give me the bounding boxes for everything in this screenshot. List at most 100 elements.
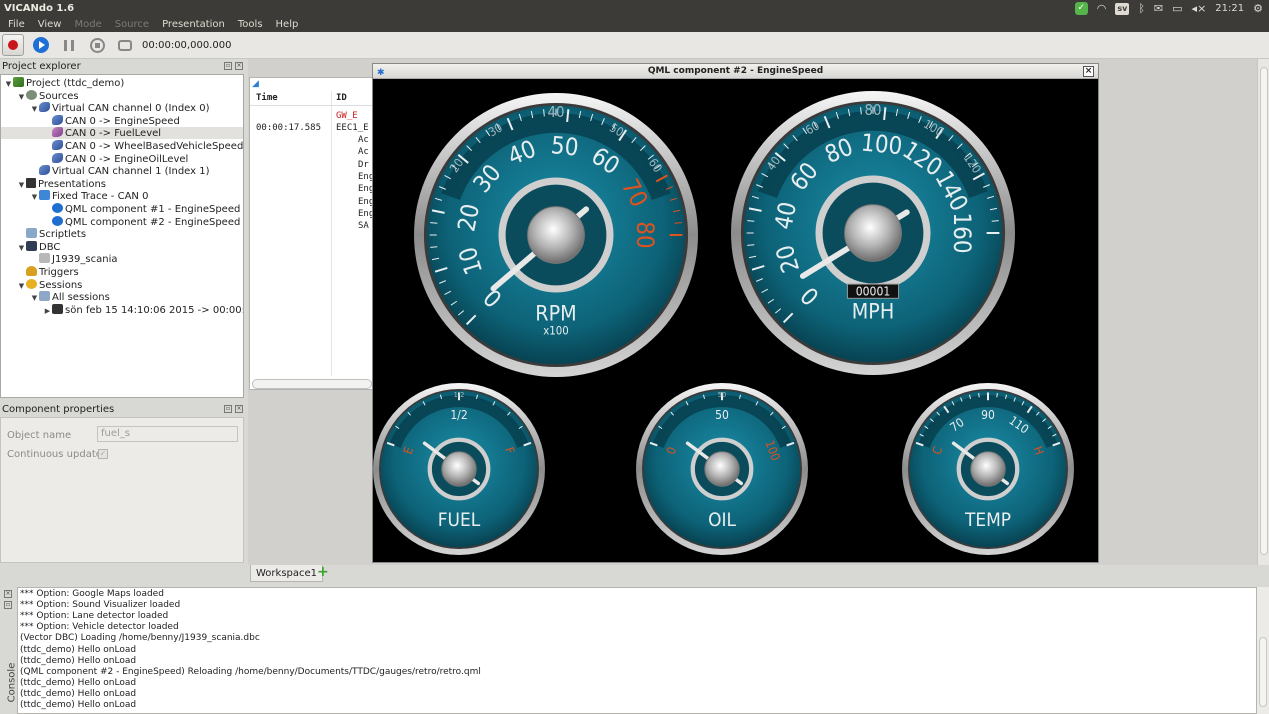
expand-arrow-icon[interactable]: ▼ bbox=[17, 242, 26, 254]
tree-item[interactable]: ▼ Sources bbox=[1, 89, 243, 103]
keyboard-layout-indicator[interactable]: sv bbox=[1115, 2, 1130, 15]
expand-arrow-icon[interactable]: ▼ bbox=[17, 280, 26, 292]
tree-item[interactable]: ▼ All sessions bbox=[1, 291, 243, 303]
menu-file[interactable]: File bbox=[8, 19, 25, 30]
tree-item[interactable]: CAN 0 -> FuelLevel bbox=[1, 127, 243, 140]
rpm-tick-label: 80 bbox=[631, 221, 659, 248]
temp-hub bbox=[970, 451, 1006, 487]
float-panel-icon[interactable]: ▫ bbox=[224, 62, 232, 70]
loop-icon bbox=[118, 39, 132, 51]
close-panel-icon[interactable]: × bbox=[4, 590, 12, 598]
console-line: *** Option: Sound Visualizer loaded bbox=[20, 600, 181, 611]
tree-item-label: Fixed Trace - CAN 0 bbox=[52, 191, 149, 203]
tree-item-label: J1939_scania bbox=[52, 254, 118, 266]
record-button[interactable] bbox=[2, 34, 24, 56]
can-icon bbox=[39, 102, 50, 113]
tree-item[interactable]: Triggers bbox=[1, 266, 243, 278]
tree-item[interactable]: ▼ Sessions bbox=[1, 278, 243, 292]
close-panel-icon[interactable]: × bbox=[235, 405, 243, 413]
close-panel-icon[interactable]: × bbox=[235, 62, 243, 70]
continuous-update-label: Continuous update bbox=[7, 449, 102, 460]
play-button[interactable] bbox=[30, 34, 52, 56]
qml-window-titlebar[interactable]: ✱ QML component #2 - EngineSpeed × bbox=[373, 64, 1098, 79]
object-name-input[interactable]: fuel_s bbox=[97, 426, 238, 442]
fixed-trace-window[interactable]: ◢ Time ID GW_E 00:00:17.585 EEC1_E Ac Ac D… bbox=[249, 77, 374, 390]
expand-arrow-icon[interactable]: ▼ bbox=[4, 78, 13, 90]
console-line: (ttdc_demo) Hello onLoad bbox=[20, 688, 137, 699]
menu-view[interactable]: View bbox=[38, 19, 62, 30]
fuel-label: FUEL bbox=[438, 509, 481, 531]
workspace-vertical-scrollbar[interactable] bbox=[1257, 59, 1269, 565]
temp-tick-label: 90 bbox=[981, 408, 995, 422]
settings-gear-icon[interactable]: ⚙ bbox=[1253, 0, 1263, 17]
expand-arrow-icon[interactable]: ▼ bbox=[17, 179, 26, 191]
workspace-tab-1[interactable]: Workspace1 bbox=[250, 565, 324, 582]
menu-presentation[interactable]: Presentation bbox=[162, 19, 225, 30]
volume-indicator[interactable]: ◂× bbox=[1192, 0, 1207, 17]
wifi-icon[interactable]: ◠ bbox=[1097, 0, 1107, 17]
tree-item[interactable]: Scriptlets bbox=[1, 228, 243, 240]
temp-label: TEMP bbox=[964, 509, 1011, 531]
tree-item[interactable]: ▼ Virtual CAN channel 0 (Index 0) bbox=[1, 102, 243, 114]
menu-tools[interactable]: Tools bbox=[238, 19, 263, 30]
stop-button[interactable] bbox=[86, 34, 108, 56]
menu-help[interactable]: Help bbox=[276, 19, 299, 30]
oil-label: OIL bbox=[708, 509, 736, 531]
all-icon bbox=[39, 291, 50, 302]
tree-item[interactable]: QML component #2 - EngineSpeed bbox=[1, 215, 243, 228]
menu-mode: Mode bbox=[74, 19, 102, 30]
expand-arrow-icon[interactable]: ▼ bbox=[30, 103, 39, 115]
rpm-tick bbox=[430, 246, 438, 248]
console-line: (ttdc_demo) Hello onLoad bbox=[20, 677, 137, 688]
tree-item[interactable]: ▼ DBC bbox=[1, 240, 243, 254]
qml-component-window[interactable]: ✱ QML component #2 - EngineSpeed × 0 10 … bbox=[372, 63, 1099, 563]
mph-tick-label: 100 bbox=[860, 128, 904, 160]
tree-item[interactable]: J1939_scania bbox=[1, 253, 243, 265]
tree-item[interactable]: CAN 0 -> WheelBasedVehicleSpeed bbox=[1, 140, 243, 152]
menubar: File View Mode Source Presentation Tools Help bbox=[0, 17, 1269, 32]
tree-item[interactable]: CAN 0 -> EngineSpeed bbox=[1, 114, 243, 127]
rpm-sublabel: x100 bbox=[543, 324, 569, 338]
trig-icon bbox=[26, 266, 37, 276]
bluetooth-icon[interactable]: ᛒ bbox=[1138, 0, 1145, 17]
pause-button[interactable] bbox=[58, 34, 80, 56]
console-line: (ttdc_demo) Hello onLoad bbox=[20, 644, 137, 655]
tree-item[interactable]: ▶ sön feb 15 14:10:06 2015 -> 00:00:0... bbox=[1, 303, 243, 317]
battery-icon[interactable]: ▭ bbox=[1172, 0, 1182, 17]
trace-gw-label: GW_E bbox=[336, 111, 358, 121]
update-ok-icon[interactable]: ✓ bbox=[1074, 2, 1088, 15]
expand-arrow-icon[interactable]: ▼ bbox=[30, 191, 39, 203]
trace-window-icon: ◢ bbox=[252, 79, 259, 89]
qml-close-button[interactable]: × bbox=[1083, 66, 1094, 77]
loop-button[interactable] bbox=[114, 34, 136, 56]
tree-item[interactable]: ▼ Project (ttdc_demo) bbox=[1, 77, 243, 89]
tree-item[interactable]: CAN 0 -> EngineOilLevel bbox=[1, 152, 243, 165]
trace-horizontal-scrollbar[interactable] bbox=[252, 379, 372, 389]
tree-item[interactable]: ▼ Fixed Trace - CAN 0 bbox=[1, 190, 243, 202]
tree-item[interactable]: ▼ Presentations bbox=[1, 177, 243, 191]
oil-hub bbox=[704, 451, 740, 487]
mph-label: MPH bbox=[852, 300, 895, 325]
tree-item[interactable]: QML component #1 - EngineSpeed bbox=[1, 203, 243, 215]
expand-arrow-icon[interactable]: ▼ bbox=[30, 292, 39, 304]
trace-icon bbox=[39, 190, 50, 201]
mph-odometer: 00001 bbox=[856, 285, 891, 299]
col-id-header: ID bbox=[336, 93, 347, 103]
tree-item[interactable]: Virtual CAN channel 1 (Index 1) bbox=[1, 165, 243, 177]
console-vertical-scrollbar[interactable] bbox=[1257, 587, 1269, 714]
clock[interactable]: 21:21 bbox=[1215, 3, 1244, 14]
menu-source: Source bbox=[114, 19, 150, 30]
continuous-update-checkbox[interactable]: ✓ bbox=[98, 449, 108, 459]
add-workspace-button[interactable]: + bbox=[317, 565, 329, 580]
qml-window-icon: ✱ bbox=[377, 68, 385, 78]
mail-icon[interactable]: ✉ bbox=[1154, 0, 1163, 17]
console-output[interactable]: *** Option: Google Maps loaded *** Optio… bbox=[17, 587, 1257, 714]
expand-arrow-icon[interactable]: ▶ bbox=[43, 305, 52, 317]
float-panel-icon[interactable]: ▫ bbox=[4, 601, 12, 609]
tree-item-label: Project (ttdc_demo) bbox=[26, 78, 125, 89]
oil-tick-label: 50 bbox=[715, 408, 729, 422]
trace-signal: Dr bbox=[358, 159, 369, 170]
expand-arrow-icon[interactable]: ▼ bbox=[17, 91, 26, 103]
sources-icon bbox=[26, 89, 37, 100]
float-panel-icon[interactable]: ▫ bbox=[224, 405, 232, 413]
